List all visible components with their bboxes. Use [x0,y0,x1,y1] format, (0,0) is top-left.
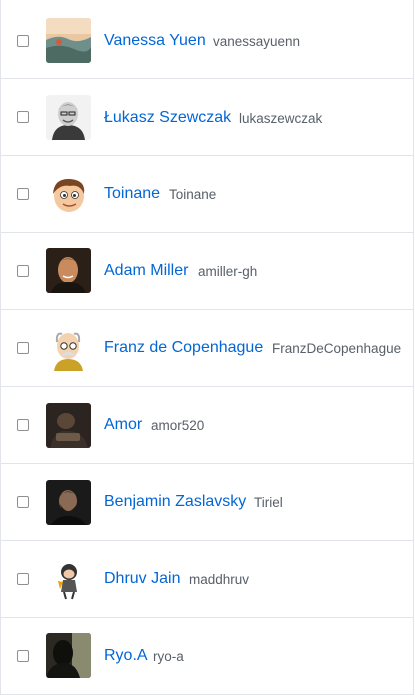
user-login: vanessayuenn [213,34,301,49]
user-name-link[interactable]: Łukasz Szewczak [104,108,231,128]
avatar[interactable] [46,248,91,293]
avatar[interactable] [46,480,91,525]
user-login: maddhruv [189,572,250,587]
user-login: FranzDeCopenhague [272,341,402,356]
list-item: Amor amor520 [1,387,413,464]
avatar[interactable] [46,18,91,63]
select-checkbox[interactable] [17,496,29,508]
select-checkbox[interactable] [17,342,29,354]
user-name-link[interactable]: Adam Miller [104,261,188,281]
list-item: Adam Miller amiller-gh [1,233,413,310]
user-name-link[interactable]: Amor [104,415,142,435]
select-checkbox[interactable] [17,419,29,431]
list-item: Ryo.A ryo-a [1,618,413,695]
user-name-link[interactable]: Dhruv Jain [104,569,180,589]
member-list: Vanessa Yuen vanessayuenn Łukasz Szewcza… [0,0,414,695]
avatar[interactable] [46,557,91,602]
select-checkbox[interactable] [17,35,29,47]
select-checkbox[interactable] [17,650,29,662]
list-item: Vanessa Yuen vanessayuenn [1,2,413,79]
avatar[interactable] [46,95,91,140]
user-name-link[interactable]: Toinane [104,184,160,204]
user-name-link[interactable]: Ryo.A [104,646,148,666]
list-item: Toinane Toinane [1,156,413,233]
user-login: ryo-a [153,649,184,664]
user-login: Tiriel [254,495,283,510]
user-login: amor520 [151,418,205,433]
select-checkbox[interactable] [17,573,29,585]
user-login: Toinane [169,187,217,202]
user-name-link[interactable]: Vanessa Yuen [104,31,206,51]
list-item: Franz de Copenhague FranzDeCopenhague [1,310,413,387]
user-login: lukaszewczak [239,111,323,126]
avatar[interactable] [46,326,91,371]
user-name-link[interactable]: Franz de Copenhague [104,338,263,358]
avatar[interactable] [46,172,91,217]
user-name-link[interactable]: Benjamin Zaslavsky [104,492,246,512]
select-checkbox[interactable] [17,111,29,123]
list-item: Benjamin Zaslavsky Tiriel [1,464,413,541]
avatar[interactable] [46,403,91,448]
user-login: amiller-gh [198,264,258,279]
select-checkbox[interactable] [17,188,29,200]
select-checkbox[interactable] [17,265,29,277]
list-item: Dhruv Jain maddhruv [1,541,413,618]
avatar[interactable] [46,633,91,678]
list-item: Łukasz Szewczak lukaszewczak [1,79,413,156]
